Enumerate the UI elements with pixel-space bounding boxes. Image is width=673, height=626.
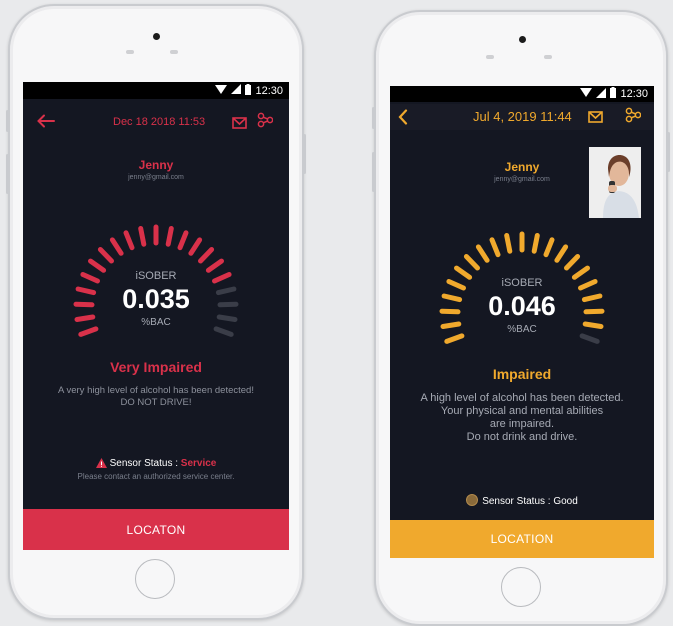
location-button-label: LOCATION xyxy=(490,532,554,546)
status-time: 12:30 xyxy=(255,84,283,97)
speaker-grille xyxy=(126,50,134,54)
gauge-segment xyxy=(123,230,135,251)
screen: 12:30 Dec 18 2018 11:53 Jenny jenny@gmai… xyxy=(23,82,289,550)
side-button xyxy=(303,134,306,174)
user-name: Jenny xyxy=(504,160,540,174)
home-button[interactable] xyxy=(135,559,175,599)
warning-icon xyxy=(95,458,107,471)
app-bar: Jul 4, 2019 11:44 xyxy=(390,104,654,130)
speaker-grille xyxy=(544,55,552,59)
bac-unit: %BAC xyxy=(141,317,171,328)
user-email: jenny@gmail.com xyxy=(494,176,550,183)
level-label: Impaired xyxy=(492,366,552,382)
side-button xyxy=(6,154,9,194)
sensor-value: Service xyxy=(180,458,217,469)
gauge-segment xyxy=(444,333,465,344)
message-line: Your physical and mental abilities xyxy=(440,405,604,417)
location-button-label: LOCATON xyxy=(126,522,186,537)
status-bar: 12:30 xyxy=(390,86,654,102)
bac-reading: 0.035 xyxy=(122,284,190,314)
level-label: Very Impaired xyxy=(110,359,202,375)
speaker-grille xyxy=(486,55,494,59)
battery-icon xyxy=(610,87,617,101)
status-dot-icon xyxy=(466,494,479,506)
gauge-segment xyxy=(463,254,480,271)
side-button xyxy=(6,110,9,132)
side-button xyxy=(667,132,670,172)
brand-label: iSOBER xyxy=(135,270,177,282)
date-title: Dec 18 2018 11:53 xyxy=(113,116,206,128)
gauge-segment xyxy=(78,326,99,337)
date-title: Jul 4, 2019 11:44 xyxy=(473,109,572,124)
phone-left: 12:30 Dec 18 2018 11:53 Jenny jenny@gmai… xyxy=(6,4,306,620)
phone-right: 12:30 Jul 4, 2019 11:44 Jenny jenny@gmai… xyxy=(372,10,670,626)
message-line: DO NOT DRIVE! xyxy=(120,397,192,408)
gauge-segment xyxy=(165,226,174,247)
gauge-segment xyxy=(188,237,203,256)
gauge-segment xyxy=(504,233,513,254)
gauge-segment xyxy=(198,247,215,264)
gauge-segment xyxy=(88,258,107,273)
front-camera xyxy=(153,33,160,40)
location-button[interactable]: LOCATION xyxy=(390,520,654,558)
gauge-segment xyxy=(579,333,600,344)
location-button[interactable]: LOCATON xyxy=(23,509,289,550)
gauge-segment xyxy=(97,247,114,264)
mail-icon[interactable] xyxy=(588,110,603,128)
gauge-segment xyxy=(109,237,124,256)
screen: 12:30 Jul 4, 2019 11:44 Jenny jenny@gmai… xyxy=(390,86,654,558)
gauge-segment xyxy=(138,226,147,247)
gauge-segment xyxy=(543,237,555,258)
side-button xyxy=(372,107,375,129)
gauge-segment xyxy=(554,244,569,263)
gauge-segment xyxy=(475,244,490,263)
home-button[interactable] xyxy=(501,567,541,607)
message-line: Do not drink and drive. xyxy=(466,431,578,443)
side-button xyxy=(372,152,375,192)
gauge-segment xyxy=(454,265,473,280)
bac-unit: %BAC xyxy=(507,324,537,335)
gauge-segment xyxy=(489,237,501,258)
message-line: A high level of alcohol has been detecte… xyxy=(420,392,624,404)
gauge-segment xyxy=(531,233,540,254)
share-icon[interactable] xyxy=(625,107,642,128)
brand-label: iSOBER xyxy=(501,277,543,289)
wifi-icon xyxy=(215,84,228,97)
sensor-label: Sensor Status : xyxy=(109,458,181,469)
user-email: jenny@gmail.com xyxy=(128,174,184,181)
mail-icon[interactable] xyxy=(232,116,247,134)
message-line: are impaired. xyxy=(489,418,555,430)
chevron-left-icon[interactable] xyxy=(398,109,408,130)
sensor-status: Sensor Status : Good xyxy=(390,494,654,507)
app-bar: Dec 18 2018 11:53 xyxy=(23,107,289,137)
status-time: 12:30 xyxy=(620,88,648,100)
gauge-segment xyxy=(564,254,581,271)
gauge-segment xyxy=(177,230,189,251)
sensor-label: Sensor Status : Good xyxy=(482,496,578,507)
gauge-segment xyxy=(205,258,224,273)
gauge-segment xyxy=(213,326,234,337)
message-line: A very high level of alcohol has been de… xyxy=(58,385,254,396)
status-bar: 12:30 xyxy=(23,82,289,99)
wifi-icon xyxy=(580,88,593,100)
user-name: Jenny xyxy=(138,158,174,172)
speaker-grille xyxy=(170,50,178,54)
battery-icon xyxy=(245,83,252,98)
bac-reading: 0.046 xyxy=(488,291,556,321)
signal-icon xyxy=(231,84,242,97)
front-camera xyxy=(519,36,526,43)
gauge-segment xyxy=(571,265,590,280)
signal-icon xyxy=(596,87,607,101)
sensor-status: Sensor Status : Service xyxy=(23,458,289,471)
back-arrow-icon[interactable] xyxy=(37,114,55,133)
share-icon[interactable] xyxy=(257,112,274,133)
sensor-note: Please contact an authorized service cen… xyxy=(77,472,235,481)
